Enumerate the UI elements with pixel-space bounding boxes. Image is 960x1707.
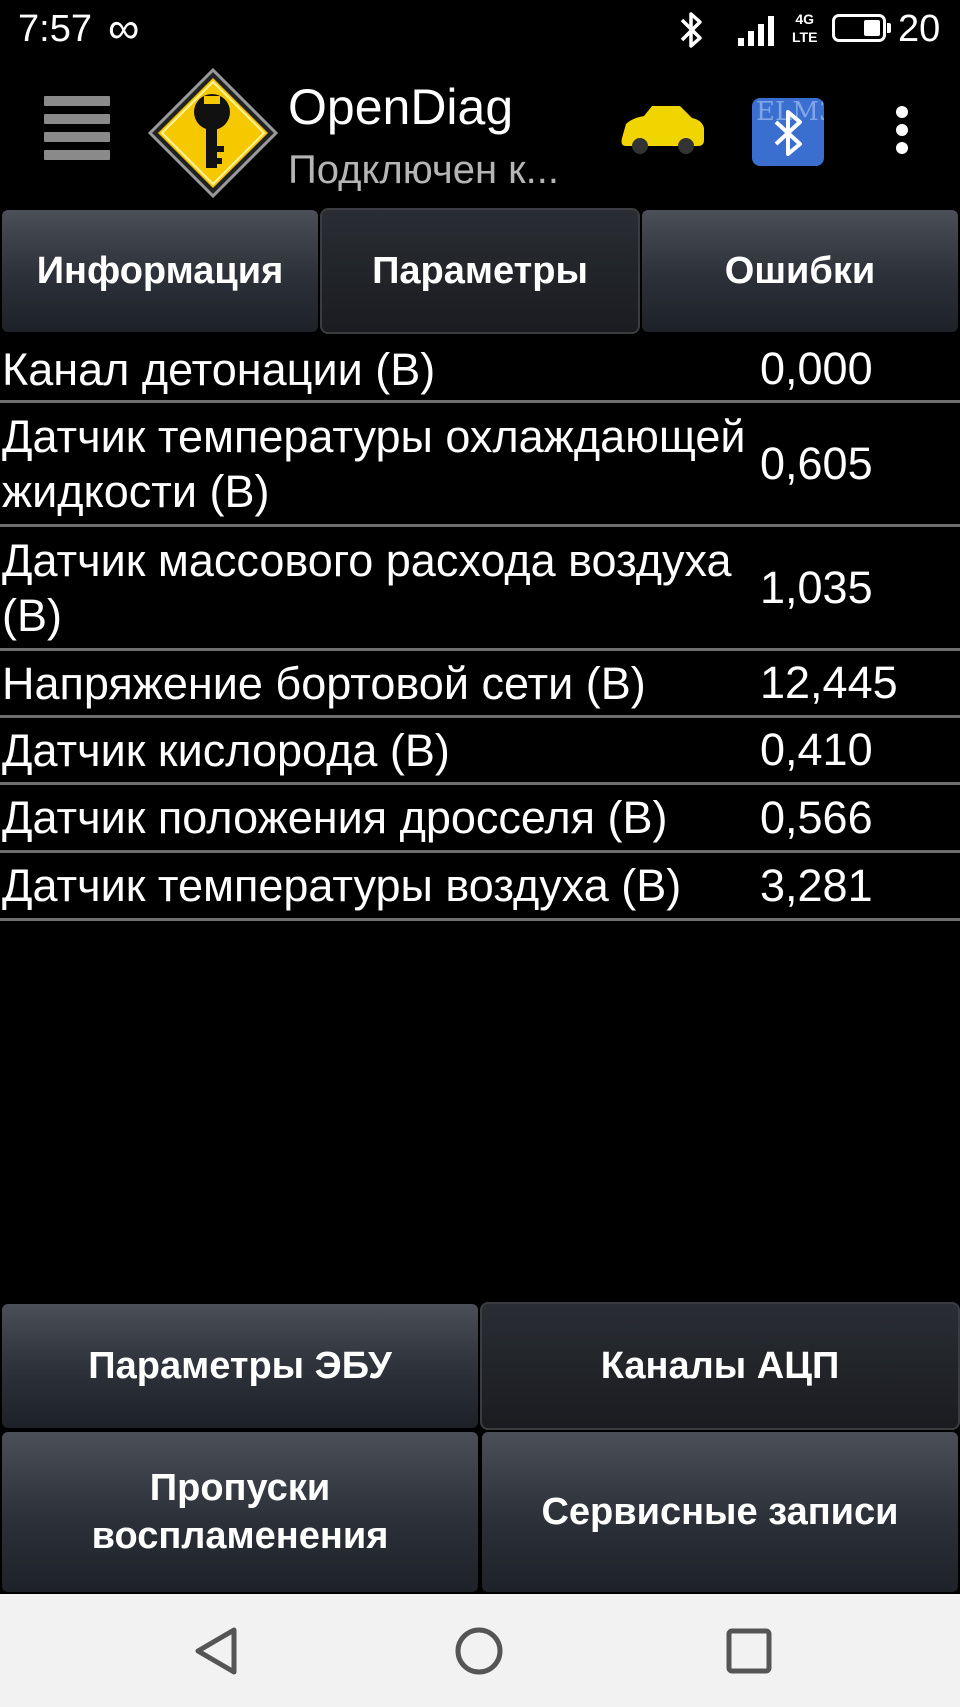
- parameter-value: 12,445: [760, 657, 898, 708]
- list-item[interactable]: Датчик кислорода (В) 0,410: [0, 718, 960, 785]
- system-navigation-bar: [0, 1594, 960, 1707]
- status-bar: 7:57 ∞ 4G LTE 20: [0, 0, 960, 62]
- ecu-parameters-button[interactable]: Параметры ЭБУ: [0, 1302, 480, 1430]
- infinity-icon: ∞: [108, 4, 140, 53]
- parameter-value: 0,410: [760, 724, 873, 775]
- more-options-icon[interactable]: [888, 106, 916, 162]
- network-lte-label: LTE: [792, 29, 818, 45]
- action-bar: OpenDiag Подключен к... ELM327: [0, 62, 960, 206]
- network-4g-label: 4G: [795, 11, 815, 27]
- list-item[interactable]: Датчик температуры охлаждающей жидкости …: [0, 403, 960, 527]
- recent-apps-icon[interactable]: [722, 1624, 776, 1678]
- list-item[interactable]: Напряжение бортовой сети (В) 12,445: [0, 651, 960, 718]
- battery-percent: 20: [898, 8, 941, 50]
- parameter-name: Датчик кислорода (В): [2, 724, 450, 776]
- list-item[interactable]: Датчик положения дросселя (В) 0,566: [0, 785, 960, 853]
- parameter-value: 1,035: [760, 561, 873, 613]
- menu-icon[interactable]: [44, 96, 110, 166]
- misfire-button[interactable]: Пропуски воспламенения: [0, 1430, 480, 1594]
- parameter-name: Напряжение бортовой сети (В): [2, 657, 646, 709]
- parameter-value: 0,566: [760, 791, 873, 843]
- parameter-value: 0,605: [760, 437, 873, 489]
- list-item[interactable]: Датчик массового расхода воздуха (В) 1,0…: [0, 527, 960, 651]
- bluetooth-elm327-icon[interactable]: ELM327: [752, 98, 824, 166]
- parameter-name: Датчик положения дросселя (В): [2, 792, 668, 843]
- tab-parameters[interactable]: Параметры: [320, 208, 640, 334]
- app-logo-icon: [148, 68, 278, 198]
- connection-status: Подключен к...: [288, 148, 559, 192]
- list-item[interactable]: Канал детонации (В) 0,000: [0, 338, 960, 403]
- parameter-value: 0,000: [760, 343, 873, 394]
- car-icon[interactable]: [618, 102, 706, 158]
- battery-icon: [832, 14, 891, 42]
- parameter-name: Канал детонации (В): [2, 343, 436, 395]
- parameter-list: Канал детонации (В) 0,000 Датчик темпера…: [0, 338, 960, 921]
- tab-bar: Информация Параметры Ошибки: [0, 206, 960, 336]
- network-type-indicator: 4G LTE: [792, 10, 817, 46]
- back-icon[interactable]: [190, 1624, 244, 1678]
- tab-errors[interactable]: Ошибки: [640, 208, 960, 334]
- tab-information[interactable]: Информация: [0, 208, 320, 334]
- bluetooth-status-icon: [680, 12, 702, 48]
- parameter-value: 3,281: [760, 859, 873, 911]
- parameter-name: Датчик температуры охлаждающей жидкости …: [2, 410, 746, 517]
- parameter-name: Датчик температуры воздуха (В): [2, 860, 682, 911]
- list-item[interactable]: Датчик температуры воздуха (В) 3,281: [0, 853, 960, 921]
- adc-channels-button[interactable]: Каналы АЦП: [480, 1302, 960, 1430]
- app-title: OpenDiag: [288, 79, 514, 135]
- status-time: 7:57: [18, 8, 92, 50]
- signal-icon: [738, 16, 774, 46]
- parameter-name: Датчик массового расхода воздуха (В): [2, 534, 732, 641]
- home-icon[interactable]: [452, 1624, 506, 1678]
- service-records-button[interactable]: Сервисные записи: [480, 1430, 960, 1594]
